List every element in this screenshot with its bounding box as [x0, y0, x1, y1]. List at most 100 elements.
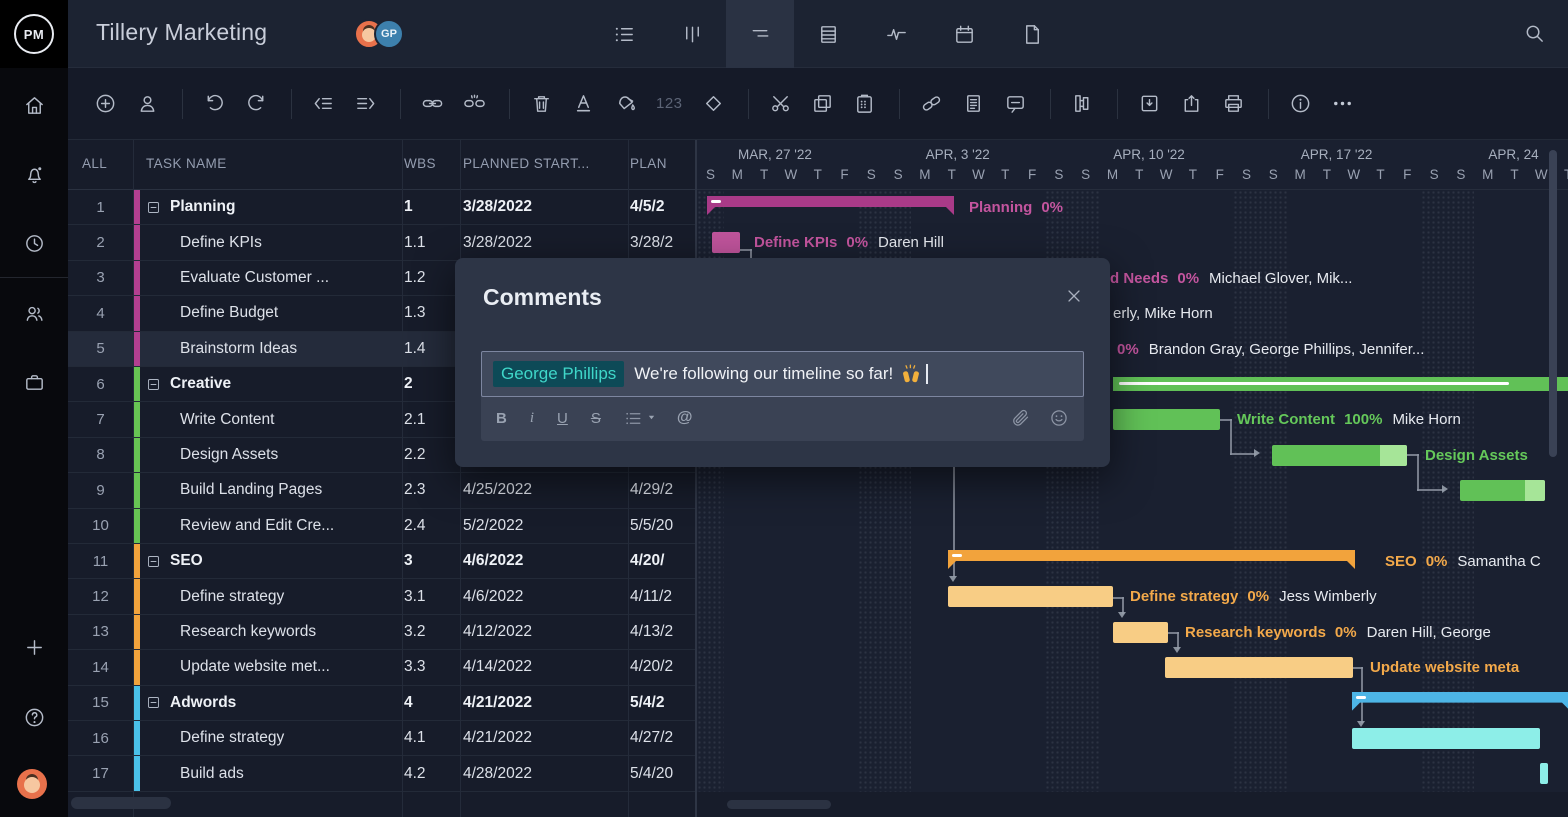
gantt-vertical-scrollbar[interactable] — [1549, 150, 1557, 457]
notes-icon[interactable] — [962, 92, 985, 115]
unlink-tasks-icon[interactable] — [463, 92, 486, 115]
tab-calendar-view[interactable] — [930, 0, 998, 68]
task-bar[interactable] — [1272, 445, 1407, 466]
collapse-icon[interactable] — [146, 200, 161, 215]
task-bar[interactable] — [1460, 480, 1545, 501]
summary-bar[interactable] — [1352, 692, 1568, 711]
italic-button[interactable]: i — [530, 410, 534, 427]
tab-gantt-view[interactable] — [726, 0, 794, 68]
sidebar-item-help[interactable] — [0, 700, 68, 734]
copy-icon[interactable] — [811, 92, 834, 115]
collapse-icon[interactable] — [146, 554, 161, 569]
task-bar[interactable] — [1113, 409, 1220, 430]
outdent-icon[interactable] — [312, 92, 335, 115]
comment-text: We're following our timeline so far! — [634, 364, 893, 384]
collapse-icon[interactable] — [146, 377, 161, 392]
sidebar-item-recent[interactable] — [0, 226, 68, 260]
sidebar-item-home[interactable] — [0, 88, 68, 122]
print-icon[interactable] — [1222, 92, 1245, 115]
column-header[interactable]: PLANNED START... — [463, 156, 590, 171]
indent-icon[interactable] — [354, 92, 377, 115]
fill-color-icon[interactable] — [614, 92, 637, 115]
task-color-strip — [133, 579, 140, 613]
cut-icon[interactable] — [769, 92, 792, 115]
paste-icon[interactable] — [853, 92, 876, 115]
mention-button[interactable]: @ — [677, 409, 693, 427]
search-icon[interactable] — [1523, 22, 1546, 45]
emoji-icon[interactable] — [1049, 408, 1069, 428]
import-icon[interactable] — [1138, 92, 1161, 115]
add-task-icon[interactable] — [94, 92, 117, 115]
pm-logo[interactable]: PM — [0, 0, 68, 68]
columns-icon[interactable] — [1071, 92, 1094, 115]
chevron-down-icon[interactable] — [647, 409, 656, 427]
document-icon — [1021, 23, 1044, 46]
summary-bar[interactable] — [1113, 377, 1568, 391]
tab-board-view[interactable] — [658, 0, 726, 68]
summary-bar[interactable] — [707, 196, 954, 215]
export-icon[interactable] — [1180, 92, 1203, 115]
table-row[interactable]: 11SEO34/6/20224/20/ — [68, 544, 695, 579]
more-icon[interactable] — [1331, 92, 1354, 115]
task-bar[interactable] — [1352, 728, 1540, 749]
table-row[interactable]: 12Define strategy3.14/6/20224/11/2 — [68, 579, 695, 614]
column-header[interactable]: ALL — [82, 156, 107, 171]
table-gantt-splitter[interactable] — [695, 140, 697, 817]
numbers-icon[interactable]: 123 — [656, 95, 683, 112]
table-row[interactable]: 9Build Landing Pages2.34/25/20224/29/2 — [68, 473, 695, 508]
column-header[interactable]: WBS — [404, 156, 436, 171]
table-row[interactable]: 14Update website met...3.34/14/20224/20/… — [68, 650, 695, 685]
sidebar-item-add[interactable] — [0, 630, 68, 664]
bold-button[interactable]: B — [496, 410, 507, 427]
table-row[interactable]: 16Define strategy4.14/21/20224/27/2 — [68, 721, 695, 756]
table-horizontal-scrollbar[interactable] — [71, 797, 171, 809]
planned-end-cell: 3/28/2 — [630, 225, 695, 259]
info-icon[interactable] — [1289, 92, 1312, 115]
gantt-label-percent: 0% — [1177, 270, 1199, 287]
user-avatar[interactable] — [17, 769, 47, 799]
table-row[interactable]: 15Adwords44/21/20225/4/2 — [68, 686, 695, 721]
comment-icon[interactable] — [1004, 92, 1027, 115]
column-header[interactable]: TASK NAME — [146, 156, 227, 171]
link-tasks-icon[interactable] — [421, 92, 444, 115]
collapse-icon[interactable] — [146, 695, 161, 710]
milestone-icon[interactable] — [702, 92, 725, 115]
task-bar[interactable] — [1113, 622, 1168, 643]
task-name: Define Budget — [180, 304, 278, 322]
tab-activity-view[interactable] — [862, 0, 930, 68]
table-row[interactable]: 10Review and Edit Cre...2.45/2/20225/5/2… — [68, 509, 695, 544]
column-header[interactable]: PLAN — [630, 156, 667, 171]
close-icon[interactable] — [1064, 286, 1084, 306]
paperclip-icon[interactable] — [1010, 408, 1030, 428]
table-row[interactable]: 13Research keywords3.24/12/20224/13/2 — [68, 615, 695, 650]
tab-list-view[interactable] — [590, 0, 658, 68]
tab-document-view[interactable] — [998, 0, 1066, 68]
tab-sheet-view[interactable] — [794, 0, 862, 68]
redo-icon[interactable] — [245, 92, 268, 115]
list-format-icon[interactable] — [624, 409, 643, 428]
table-row[interactable]: 17Build ads4.24/28/20225/4/20 — [68, 756, 695, 791]
strikethrough-button[interactable]: S — [591, 410, 601, 427]
gantt-horizontal-scrollbar[interactable] — [727, 800, 831, 809]
comment-input[interactable]: George Phillips We're following our time… — [481, 351, 1084, 397]
task-bar[interactable] — [948, 586, 1113, 607]
wbs-cell: 3.2 — [404, 615, 459, 649]
gantt-label-name: Planning — [969, 199, 1032, 216]
task-bar[interactable] — [1540, 763, 1548, 784]
table-row[interactable]: 1Planning13/28/20224/5/2 — [68, 190, 695, 225]
sidebar-item-notifications[interactable] — [0, 157, 68, 191]
table-row[interactable]: 2Define KPIs1.13/28/20223/28/2 — [68, 225, 695, 260]
task-bar[interactable] — [712, 232, 740, 253]
underline-button[interactable]: U — [557, 410, 568, 427]
member-avatar-gp[interactable]: GP — [374, 19, 404, 49]
sidebar-item-team[interactable] — [0, 296, 68, 330]
summary-bar[interactable] — [948, 550, 1355, 569]
task-bar[interactable] — [1165, 657, 1353, 678]
delete-icon[interactable] — [530, 92, 553, 115]
sidebar-item-portfolio[interactable] — [0, 365, 68, 399]
text-color-icon[interactable] — [572, 92, 595, 115]
gantt-label-assignees: Samantha C — [1457, 553, 1540, 570]
attachment-icon[interactable] — [920, 92, 943, 115]
undo-icon[interactable] — [203, 92, 226, 115]
assign-user-icon[interactable] — [136, 92, 159, 115]
